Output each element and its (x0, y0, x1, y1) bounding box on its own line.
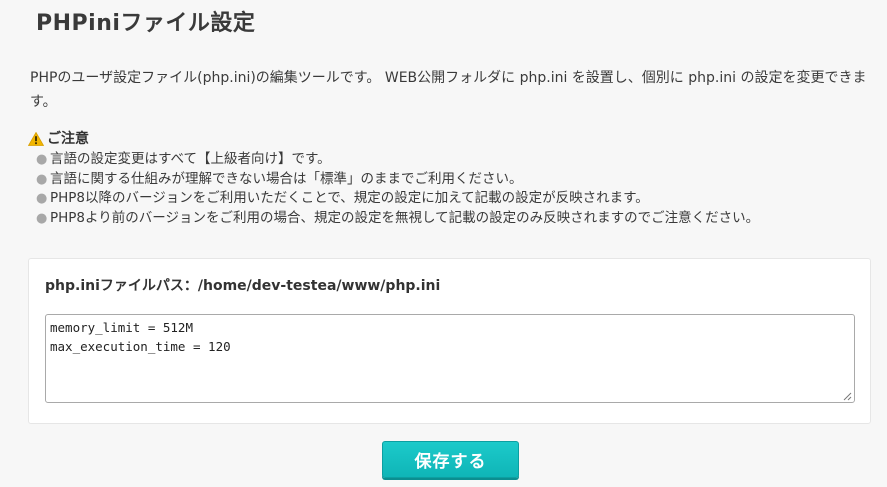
save-button[interactable]: 保存する (382, 441, 519, 478)
notice-item-text: 言語に関する仕組みが理解できない場合は「標準」のままでご利用ください。 (50, 170, 523, 187)
notice-item: ● PHP8より前のバージョンをご利用の場合、規定の設定を無視して記載の設定のみ反… (36, 209, 878, 229)
resize-grip-icon[interactable] (842, 391, 852, 401)
notice-heading: ご注意 (27, 130, 878, 148)
notice-heading-label: ご注意 (47, 131, 89, 147)
bullet-icon: ● (36, 171, 48, 187)
page-description: PHPのユーザ設定ファイル(php.ini)の編集ツールです。 WEB公開フォル… (30, 70, 867, 110)
php-ini-textarea[interactable] (45, 314, 855, 403)
php-ini-editor-panel: php.iniファイルパス：/home/dev-testea/www/php.i… (28, 258, 871, 424)
notice-item: ● 言語に関する仕組みが理解できない場合は「標準」のままでご利用ください。 (36, 170, 878, 190)
notice-item-text: PHP8以降のバージョンをご利用いただくことで、規定の設定に加えて記載の設定が反… (50, 190, 649, 206)
warning-icon (27, 131, 45, 146)
file-path-label: php.iniファイルパス：/home/dev-testea/www/php.i… (45, 278, 441, 294)
page-title: PHPiniファイル設定 (36, 11, 256, 36)
notice-section: ご注意 ● 言語の設定変更はすべて【上級者向け】です。 ● 言語に関する仕組みが理解… (27, 130, 878, 228)
notice-item: ● 言語の設定変更はすべて【上級者向け】です。 (36, 150, 878, 170)
notice-list: ● 言語の設定変更はすべて【上級者向け】です。 ● 言語に関する仕組みが理解できない… (28, 150, 878, 228)
notice-item: ● PHP8以降のバージョンをご利用いただくことで、規定の設定に加えて記載の設定が… (36, 189, 878, 209)
bullet-icon: ● (36, 210, 48, 226)
notice-item-text: 言語の設定変更はすべて【上級者向け】です。 (50, 151, 331, 167)
bullet-icon: ● (36, 152, 48, 167)
bullet-icon: ● (36, 191, 48, 206)
notice-item-text: PHP8より前のバージョンをご利用の場合、規定の設定を無視して記載の設定のみ反映… (50, 209, 760, 226)
